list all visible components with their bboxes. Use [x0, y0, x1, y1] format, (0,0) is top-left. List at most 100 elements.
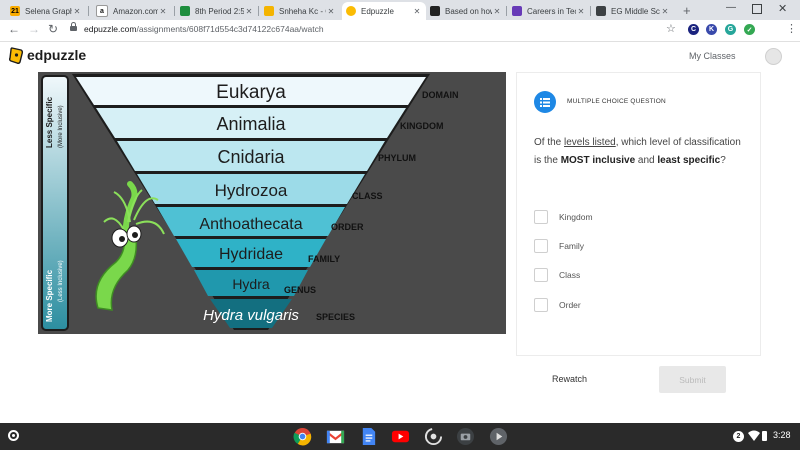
answer-option-label: Family: [559, 241, 585, 251]
grade-icon: 21: [10, 6, 20, 16]
rank-species-label: SPECIES: [316, 312, 355, 322]
user-avatar[interactable]: [765, 48, 782, 65]
more-inclusive-label: (More Inclusive): [58, 105, 64, 148]
rank-domain-label: DOMAIN: [422, 90, 459, 100]
tab-title: Edpuzzle: [361, 6, 394, 16]
tab-title: Snheha Kc - Cl: [279, 6, 326, 16]
browser-tab[interactable]: 8th Period 2:5 ✕: [176, 2, 258, 20]
taxon-kingdom-label: Animalia: [216, 114, 286, 134]
check-extension-icon[interactable]: ✓: [744, 24, 755, 35]
forward-arrow-icon[interactable]: →: [28, 22, 40, 36]
my-classes-link[interactable]: My Classes: [689, 51, 736, 61]
less-specific-label: Less Specific: [45, 96, 54, 148]
edpuzzle-logo-text[interactable]: edpuzzle: [27, 47, 86, 63]
answer-option-label: Kingdom: [559, 212, 593, 222]
back-arrow-icon[interactable]: ←: [8, 22, 20, 36]
close-icon[interactable]: ✕: [576, 7, 586, 16]
edpuzzle-logo-icon[interactable]: [9, 47, 24, 64]
school-icon: [596, 6, 606, 16]
answer-checkbox[interactable]: [534, 239, 548, 253]
close-icon[interactable]: ✕: [660, 7, 670, 16]
camera-icon[interactable]: [456, 427, 475, 446]
taxon-domain-label: Eukarya: [216, 82, 286, 103]
answer-option-kingdom[interactable]: Kingdom: [534, 210, 593, 224]
rank-kingdom-label: KINGDOM: [400, 121, 444, 131]
video-player[interactable]: Less Specific (More Inclusive) More Spec…: [38, 72, 506, 334]
rewatch-button[interactable]: Rewatch: [552, 374, 587, 384]
tab-title: EG Middle Sch: [611, 6, 660, 16]
tab-title: Amazon.com: [113, 6, 158, 16]
browser-tab[interactable]: Based on how ✕: [426, 2, 506, 20]
close-icon[interactable]: ✕: [72, 7, 82, 16]
browser-tab-strip: 21 Selena Graphi ✕ a Amazon.com ✕ 8th Pe…: [0, 0, 800, 20]
answer-option-label: Class: [559, 270, 581, 280]
more-specific-label: More Specific: [45, 269, 54, 322]
close-icon[interactable]: ✕: [158, 7, 168, 16]
youtube-icon[interactable]: [391, 427, 410, 446]
url-host: edpuzzle.com: [84, 24, 137, 34]
clock-time[interactable]: 3:28: [773, 430, 791, 440]
classroom-icon: [180, 6, 190, 16]
lock-icon: [70, 22, 77, 31]
browser-tab[interactable]: Snheha Kc - Cl ✕: [260, 2, 340, 20]
close-icon[interactable]: ✕: [492, 7, 502, 16]
maximize-icon[interactable]: [752, 4, 762, 14]
tab-title: Based on how: [445, 6, 492, 16]
answer-option-order[interactable]: Order: [534, 298, 581, 312]
answer-option-class[interactable]: Class: [534, 268, 580, 282]
amazon-icon: a: [96, 5, 108, 17]
chrome-icon[interactable]: [293, 427, 312, 446]
close-icon[interactable]: ✕: [412, 7, 422, 16]
rank-class-label: CLASS: [352, 191, 383, 201]
address-bar[interactable]: edpuzzle.com/assignments/608f71d554c3d74…: [84, 24, 324, 34]
answer-option-label: Order: [559, 300, 581, 310]
submit-button[interactable]: Submit: [659, 366, 726, 393]
list-icon: [534, 91, 556, 113]
reload-icon[interactable]: ↻: [48, 22, 58, 36]
taxon-class-label: Hydrozoa: [215, 181, 288, 200]
taxon-family-label: Hydridae: [219, 246, 283, 263]
k-extension-icon[interactable]: K: [706, 24, 717, 35]
battery-icon[interactable]: [762, 431, 767, 441]
browser-tab[interactable]: 21 Selena Graphi ✕: [6, 2, 86, 20]
question-text: Of the levels listed, which level of cla…: [534, 137, 741, 166]
browser-tab-active[interactable]: Edpuzzle ✕: [342, 2, 426, 20]
rank-order-label: ORDER: [331, 222, 364, 232]
slides-icon: [264, 6, 274, 16]
docs-icon[interactable]: [359, 427, 378, 446]
new-tab-plus-icon[interactable]: +: [683, 3, 691, 18]
bookmark-star-icon[interactable]: ☆: [666, 22, 676, 35]
close-icon[interactable]: ✕: [244, 7, 254, 16]
tab-title: 8th Period 2:5: [195, 6, 244, 16]
window-close-icon[interactable]: ✕: [778, 2, 787, 15]
screen-recorder-icon[interactable]: [424, 427, 443, 446]
rank-family-label: FAMILY: [308, 254, 340, 264]
gmail-icon[interactable]: [326, 427, 345, 446]
answer-checkbox[interactable]: [534, 298, 548, 312]
answer-checkbox[interactable]: [534, 268, 548, 282]
wifi-icon[interactable]: [748, 430, 760, 441]
close-icon[interactable]: ✕: [326, 7, 336, 16]
browser-tab[interactable]: EG Middle Sch ✕: [592, 2, 674, 20]
taxon-phylum-label: Cnidaria: [217, 147, 285, 167]
minimize-icon[interactable]: —: [726, 2, 736, 13]
forms-icon: [512, 6, 522, 16]
notification-count-badge[interactable]: 2: [733, 431, 744, 442]
more-menu-icon[interactable]: ⋮: [786, 22, 797, 35]
answer-option-family[interactable]: Family: [534, 239, 584, 253]
tab-title: Selena Graphi: [25, 6, 72, 16]
levels-listed-link: levels listed: [564, 137, 616, 148]
edpuzzle-icon: [346, 6, 356, 16]
question-type-label: MULTIPLE CHOICE QUESTION: [567, 98, 666, 105]
g-extension-icon[interactable]: G: [725, 24, 736, 35]
taxonomy-pyramid-diagram: Less Specific (More Inclusive) More Spec…: [41, 74, 459, 331]
browser-tab[interactable]: Careers in Tec ✕: [508, 2, 590, 20]
taxon-species-label: Hydra vulgaris: [203, 307, 299, 324]
tab-title: Careers in Tec: [527, 6, 576, 16]
browser-tab[interactable]: a Amazon.com ✕: [92, 2, 172, 20]
less-inclusive-label: (Less Inclusive): [58, 260, 64, 302]
play-icon[interactable]: [489, 427, 508, 446]
launcher-icon[interactable]: [8, 430, 19, 441]
c-extension-icon[interactable]: C: [688, 24, 699, 35]
answer-checkbox[interactable]: [534, 210, 548, 224]
